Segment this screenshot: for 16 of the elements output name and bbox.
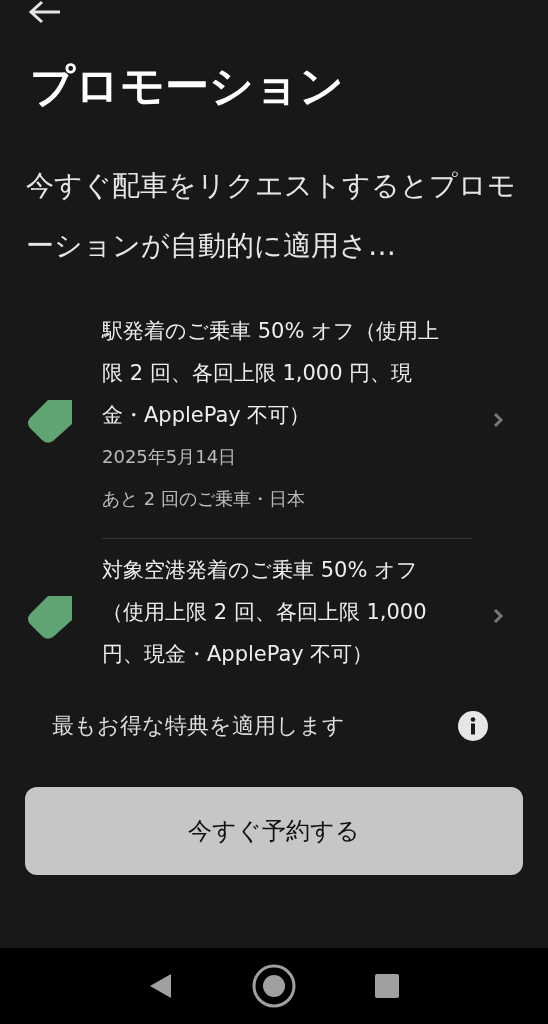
- note-text: 最もお得な特典を適用します: [52, 712, 345, 740]
- tag-icon: [26, 593, 72, 639]
- chevron-right-icon[interactable]: [492, 410, 504, 429]
- recents-nav-icon[interactable]: [374, 974, 399, 998]
- back-arrow-icon[interactable]: [28, 0, 62, 24]
- chevron-right-icon[interactable]: [492, 607, 504, 625]
- promotion-title: 対象空港発着のご乗車 50% オフ（使用上限 2 回、各回上限 1,000 円、現金・ApplePay 不可）: [102, 557, 428, 668]
- home-nav-icon[interactable]: [252, 964, 296, 1008]
- info-icon[interactable]: [458, 711, 488, 741]
- promotion-detail: あと 2 回のご乗車・日本: [102, 487, 305, 511]
- page-title: プロモーション: [30, 59, 344, 113]
- back-nav-icon[interactable]: [149, 973, 174, 999]
- promotion-title: 駅発着のご乗車 50% オフ（使用上限 2 回、各回上限 1,000 円、現金・ApplePay 不可）: [102, 318, 441, 429]
- promotion-date: 2025年5月14日: [102, 445, 237, 469]
- book-now-button[interactable]: 今すぐ予約する: [25, 787, 523, 875]
- description-text: 今すぐ配車をリクエストするとプロモーションが自動的に適用さ…: [26, 168, 516, 264]
